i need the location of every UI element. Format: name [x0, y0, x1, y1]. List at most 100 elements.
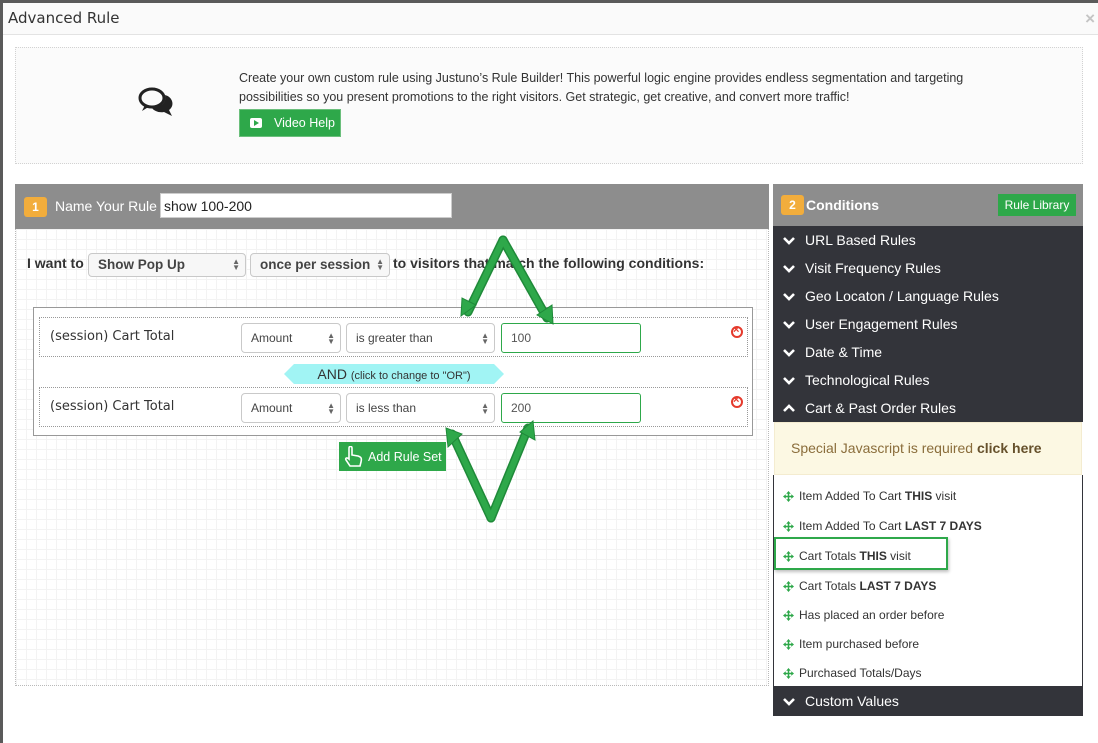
rule-item-purchased-totals[interactable]: Purchased Totals/Days [783, 666, 922, 680]
category-list: URL Based Rules Visit Frequency Rules Ge… [773, 226, 1083, 422]
add-rule-set-button[interactable]: Add Rule Set [339, 442, 446, 471]
rule-builder-panel: 1 Name Your Rule I want to Show Pop Up ▲… [15, 184, 769, 686]
notice-text: Special Javascript is required [791, 440, 974, 456]
category-label: Technological Rules [805, 372, 930, 388]
condition-name: (session) Cart Total [50, 329, 175, 344]
step-badge: 2 [781, 195, 804, 215]
rule-item-purchased-before[interactable]: Item purchased before [783, 637, 919, 651]
chevron-down-icon [783, 348, 795, 357]
chevron-down-icon [783, 376, 795, 385]
name-rule-header: 1 Name Your Rule [15, 184, 769, 229]
chevron-down-icon [783, 236, 795, 245]
category-url-based[interactable]: URL Based Rules [773, 226, 1083, 254]
action-select[interactable]: Show Pop Up ▲ ▼ [88, 253, 246, 277]
move-icon [783, 490, 794, 502]
condition-name: (session) Cart Total [50, 399, 175, 414]
category-user-engagement[interactable]: User Engagement Rules [773, 310, 1083, 338]
rule-set: (session) Cart Total Amount ▲ ▼ is greate… [33, 307, 753, 436]
chevron-down-icon [783, 697, 795, 706]
rule-item-added-last-7-days[interactable]: Item Added To Cart LAST 7 DAYS [783, 519, 982, 533]
move-icon [783, 667, 794, 679]
operator-select[interactable]: is less than ▲ ▼ [346, 393, 495, 423]
condition-value-input[interactable] [501, 393, 641, 423]
conditions-header: 2 Conditions Rule Library [773, 184, 1083, 226]
select-arrows-icon: ▲ ▼ [376, 257, 384, 272]
modal-title: Advanced Rule [8, 9, 120, 27]
rule-item-label: Item purchased before [799, 637, 920, 651]
connector-hint: (click to change to "OR") [350, 370, 471, 382]
category-date-time[interactable]: Date & Time [773, 338, 1083, 366]
rule-item-cart-totals-this-visit[interactable]: Cart Totals THIS visit [783, 549, 911, 563]
move-icon [783, 638, 794, 650]
category-visit-frequency[interactable]: Visit Frequency Rules [773, 254, 1083, 282]
sentence-prefix: I want to [27, 255, 84, 271]
category-label: Visit Frequency Rules [805, 260, 941, 276]
select-arrows-icon: ▲ ▼ [481, 331, 489, 346]
rule-item-label: Item Added To Cart THIS visit [799, 489, 957, 503]
move-icon [783, 520, 794, 532]
video-help-button[interactable]: Video Help [239, 109, 341, 137]
intro-panel: Create your own custom rule using Justun… [15, 47, 1083, 164]
pointing-hand-icon [344, 445, 363, 467]
and-or-toggle[interactable]: AND (click to change to "OR") [284, 364, 504, 384]
rule-item-added-this-visit[interactable]: Item Added To Cart THIS visit [783, 489, 956, 503]
chat-bubbles-icon [138, 87, 173, 116]
connector-label: AND [317, 366, 347, 382]
move-icon [783, 580, 794, 592]
category-geo-location[interactable]: Geo Locaton / Language Rules [773, 282, 1083, 310]
move-icon [783, 609, 794, 621]
play-icon [250, 118, 262, 128]
chevron-up-icon [783, 403, 795, 412]
measure-select-value: Amount [251, 401, 293, 415]
rule-name-input[interactable] [160, 193, 452, 218]
category-label: User Engagement Rules [805, 316, 958, 332]
operator-select[interactable]: is greater than ▲ ▼ [346, 323, 495, 353]
category-label: Custom Values [805, 693, 899, 709]
condition-value-input[interactable] [501, 323, 641, 353]
operator-select-value: is less than [356, 401, 417, 415]
select-arrows-icon: ▲ ▼ [327, 331, 335, 346]
measure-select[interactable]: Amount ▲ ▼ [241, 393, 341, 423]
category-label: Cart & Past Order Rules [805, 400, 956, 416]
add-rule-set-label: Add Rule Set [368, 449, 442, 464]
video-help-label: Video Help [274, 116, 335, 130]
category-custom-values[interactable]: Custom Values [773, 686, 1083, 716]
rule-canvas: I want to Show Pop Up ▲ ▼ once per sessio… [15, 229, 769, 686]
rule-library-button[interactable]: Rule Library [998, 194, 1076, 216]
category-label: URL Based Rules [805, 232, 916, 248]
rule-item-label: Cart Totals LAST 7 DAYS [799, 579, 937, 593]
select-arrows-icon: ▲ ▼ [232, 257, 240, 272]
conditions-panel: 2 Conditions Rule Library URL Based Rule… [773, 184, 1083, 718]
select-arrows-icon: ▲ ▼ [481, 401, 489, 416]
rule-item-cart-totals-last-7-days[interactable]: Cart Totals LAST 7 DAYS [783, 579, 936, 593]
category-label: Date & Time [805, 344, 883, 360]
measure-select-value: Amount [251, 331, 293, 345]
delete-condition-icon[interactable] [731, 324, 743, 338]
rule-item-label: Item Added To Cart LAST 7 DAYS [799, 519, 982, 533]
rule-item-placed-order-before[interactable]: Has placed an order before [783, 608, 944, 622]
name-rule-label: Name Your Rule [55, 198, 157, 214]
condition-row: (session) Cart Total Amount ▲ ▼ is greate… [39, 317, 748, 357]
rule-item-label: Cart Totals THIS visit [799, 549, 911, 563]
sentence-suffix: to visitors that match the following con… [393, 255, 705, 271]
move-icon [783, 550, 794, 562]
category-technological[interactable]: Technological Rules [773, 366, 1083, 394]
category-cart-past-order[interactable]: Cart & Past Order Rules [773, 394, 1083, 422]
notice-link[interactable]: click here [977, 440, 1042, 456]
operator-select-value: is greater than [356, 331, 433, 345]
frequency-select-value: once per session [260, 257, 371, 272]
intro-description: Create your own custom rule using Justun… [239, 71, 964, 104]
action-select-value: Show Pop Up [98, 257, 185, 272]
delete-condition-icon[interactable] [731, 394, 743, 408]
measure-select[interactable]: Amount ▲ ▼ [241, 323, 341, 353]
chevron-down-icon [783, 264, 795, 273]
chevron-down-icon [783, 320, 795, 329]
javascript-required-notice: Special Javascript is required click her… [774, 422, 1082, 475]
step-badge: 1 [24, 197, 47, 217]
condition-row: (session) Cart Total Amount ▲ ▼ is less t… [39, 387, 748, 427]
frequency-select[interactable]: once per session ▲ ▼ [250, 253, 390, 277]
rule-item-label: Purchased Totals/Days [799, 666, 922, 680]
rule-item-label: Has placed an order before [799, 608, 945, 622]
modal-header: Advanced Rule × [3, 3, 1098, 35]
close-icon[interactable]: × [1085, 9, 1095, 29]
